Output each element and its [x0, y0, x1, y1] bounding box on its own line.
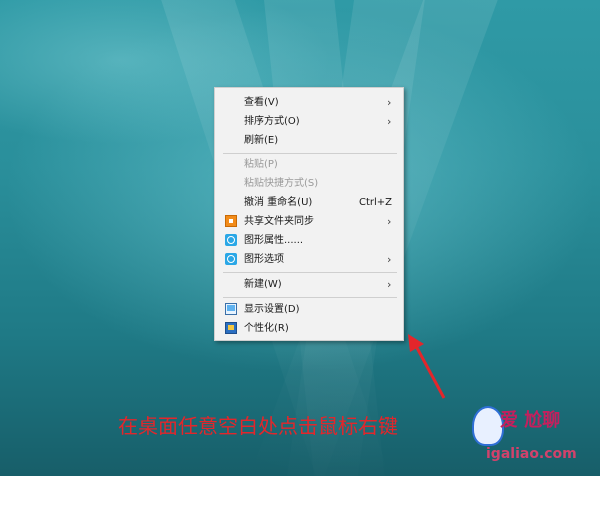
watermark-url: igaliao.com: [486, 446, 577, 462]
menu-item-new[interactable]: 新建(W) ›: [215, 275, 403, 294]
display-icon: [225, 303, 237, 315]
menu-separator: [223, 153, 397, 154]
menu-item-paste-shortcut: 粘贴快捷方式(S): [215, 174, 403, 193]
instruction-caption: 在桌面任意空白处点击鼠标右键: [118, 414, 398, 438]
menu-item-label: 个性化(R): [244, 323, 289, 334]
annotation-arrow: [408, 334, 446, 399]
menu-item-display-settings[interactable]: 显示设置(D): [215, 300, 403, 319]
sync-icon: [225, 215, 237, 227]
menu-item-shared-folder-sync[interactable]: 共享文件夹同步 ›: [215, 212, 403, 231]
chevron-right-icon: ›: [387, 278, 392, 291]
menu-item-label: 显示设置(D): [244, 304, 300, 315]
menu-item-label: 共享文件夹同步: [244, 216, 314, 227]
menu-item-graphics-properties[interactable]: 图形属性......: [215, 231, 403, 250]
menu-item-refresh[interactable]: 刷新(E): [215, 131, 403, 150]
menu-item-label: 图形选项: [244, 254, 284, 265]
menu-item-label: 粘贴(P): [244, 159, 278, 170]
graphics-options-icon: [225, 253, 237, 265]
menu-item-label: 新建(W): [244, 279, 282, 290]
menu-item-personalize[interactable]: 个性化(R): [215, 319, 403, 338]
chevron-right-icon: ›: [387, 215, 392, 228]
menu-item-label: 图形属性......: [244, 235, 304, 246]
menu-item-shortcut: Ctrl+Z: [359, 197, 393, 208]
menu-item-label: 撤消 重命名(U): [244, 197, 313, 208]
chevron-right-icon: ›: [387, 96, 392, 109]
personalize-icon: [225, 322, 237, 334]
menu-separator: [223, 297, 397, 298]
menu-item-view[interactable]: 查看(V) ›: [215, 93, 403, 112]
context-menu: 查看(V) › 排序方式(O) › 刷新(E) 粘贴(P) 粘贴快捷方式(S) …: [214, 87, 404, 341]
chevron-right-icon: ›: [387, 253, 392, 266]
menu-item-paste: 粘贴(P): [215, 155, 403, 174]
menu-separator: [223, 272, 397, 273]
menu-item-undo-rename[interactable]: 撤消 重命名(U) Ctrl+Z: [215, 193, 403, 212]
watermark-text: 爱 尬聊: [500, 410, 561, 431]
graphics-icon: [225, 234, 237, 246]
watermark-logo: 爱 尬聊 igaliao.com: [470, 404, 596, 472]
chevron-right-icon: ›: [387, 115, 392, 128]
menu-item-label: 粘贴快捷方式(S): [244, 178, 319, 189]
menu-item-graphics-options[interactable]: 图形选项 ›: [215, 250, 403, 269]
menu-item-label: 刷新(E): [244, 135, 279, 146]
menu-item-label: 查看(V): [244, 97, 279, 108]
menu-item-sort-by[interactable]: 排序方式(O) ›: [215, 112, 403, 131]
menu-item-label: 排序方式(O): [244, 116, 300, 127]
